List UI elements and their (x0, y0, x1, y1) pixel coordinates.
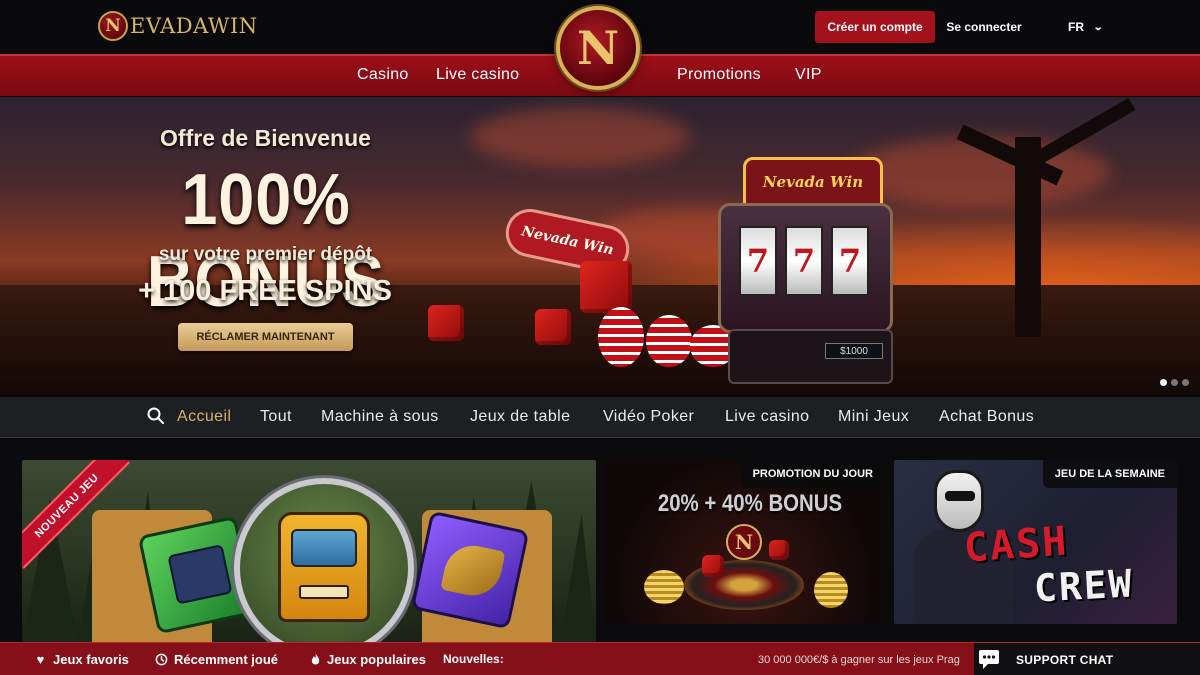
bus-icon (278, 512, 370, 622)
fire-icon (311, 653, 320, 665)
popular-games-link[interactable]: Jeux populaires (310, 652, 426, 667)
slot-base: $1000 (728, 329, 893, 384)
cloud (470, 107, 690, 167)
recently-played-link[interactable]: Récemment joué (155, 652, 278, 667)
slot-reel: 7 (785, 226, 823, 296)
claim-now-button[interactable]: RÉCLAMER MAINTENANT (178, 323, 353, 351)
recently-played-label: Récemment joué (174, 652, 279, 667)
offer-subtitle: sur votre premier dépôt (158, 244, 373, 265)
logo-badge: N (98, 11, 128, 41)
search-icon[interactable] (146, 406, 166, 426)
favorites-link[interactable]: ♥ Jeux favoris (34, 652, 129, 667)
dice-icon (580, 261, 632, 313)
nav-promotions[interactable]: Promotions (677, 66, 761, 84)
nav-live-casino[interactable]: Live casino (436, 66, 519, 84)
slot-reel: 7 (831, 226, 869, 296)
promo-headline: 20% + 40% BONUS (657, 490, 843, 517)
chevron-down-icon: ⌄ (1092, 21, 1104, 33)
game-title-cash: CASH (962, 518, 1070, 572)
slot-marquee: Nevada Win (743, 157, 883, 207)
coin-stack (644, 570, 684, 604)
center-emblem-logo[interactable]: N (556, 6, 640, 90)
promo-of-day-tag: PROMOTION DU JOUR (740, 460, 885, 488)
carousel-dot[interactable] (1171, 379, 1178, 386)
carousel-dot[interactable] (1160, 379, 1167, 386)
news-label: Nouvelles: (443, 652, 504, 666)
logo-wordmark: EVADAWIN (130, 14, 258, 38)
language-selector[interactable]: FR ⌄ (1060, 11, 1110, 43)
bottom-bar: ♥ Jeux favoris Récemment joué Jeux popul… (0, 642, 1200, 675)
new-game-card[interactable]: NOUVEAU JEU (22, 460, 596, 642)
popular-games-label: Jeux populaires (327, 652, 426, 667)
carousel-dots (1160, 379, 1189, 386)
heart-icon: ♥ (36, 652, 45, 667)
game-of-week-card[interactable]: CASH CREW JEU DE LA SEMAINE (894, 460, 1177, 624)
saxophone-symbol-tile (410, 510, 530, 630)
game-title-crew: CREW (1032, 561, 1135, 611)
category-bar: Accueil Tout Machine à sous Jeux de tabl… (0, 397, 1200, 438)
carousel-dot[interactable] (1182, 379, 1189, 386)
favorites-label: Jeux favoris (53, 652, 129, 667)
clock-icon (155, 653, 168, 666)
register-button[interactable]: Créer un compte (815, 11, 935, 43)
slot-machine: Nevada Win 7 7 7 $1000 (718, 157, 908, 387)
language-code: FR (1068, 20, 1084, 34)
slot-brand: Nevada Win (762, 173, 864, 191)
category-mini-jeux[interactable]: Mini Jeux (838, 408, 909, 426)
hero-banner[interactable]: Nevada Win Nevada Win 7 7 7 $1000 Offre … (0, 97, 1200, 395)
category-machine-a-sous[interactable]: Machine à sous (321, 408, 439, 426)
accordion-icon (167, 544, 233, 605)
bus-medallion (234, 478, 414, 642)
category-video-poker[interactable]: Vidéo Poker (603, 408, 694, 426)
chip-stack (598, 307, 644, 367)
offer-free-spins: + 100 FREE SPINS (138, 275, 392, 307)
category-achat-bonus[interactable]: Achat Bonus (939, 408, 1034, 426)
dice-icon (535, 309, 571, 345)
promotion-card[interactable]: 20% + 40% BONUS N PROMOTION DU JOUR (604, 460, 885, 624)
bus-grill (299, 585, 349, 599)
game-of-week-tag: JEU DE LA SEMAINE (1042, 460, 1177, 488)
saxophone-icon (440, 540, 506, 601)
offer-title: Offre de Bienvenue (160, 125, 371, 151)
coin-stack (814, 572, 848, 608)
nav-casino[interactable]: Casino (357, 66, 409, 84)
nav-vip[interactable]: VIP (795, 66, 822, 84)
character-mask (934, 470, 984, 532)
slot-reel: 7 (739, 226, 777, 296)
slot-body: 7 7 7 (718, 203, 893, 333)
support-chat-button[interactable]: SUPPORT CHAT (974, 643, 1200, 675)
category-accueil[interactable]: Accueil (177, 408, 231, 426)
category-tout[interactable]: Tout (260, 408, 292, 426)
news-ticker[interactable]: 30 000 000€/$ à gagner sur les jeux Prag (758, 654, 974, 666)
category-live-casino[interactable]: Live casino (725, 408, 809, 426)
category-jeux-de-table[interactable]: Jeux de table (470, 408, 570, 426)
slot-amount: $1000 (825, 343, 883, 359)
chat-icon (974, 643, 1008, 675)
support-chat-label: SUPPORT CHAT (1016, 652, 1114, 667)
dice-icon (769, 540, 789, 560)
dice-icon (702, 555, 724, 577)
promo-emblem-logo: N (726, 524, 762, 560)
bus-window (291, 529, 357, 567)
site-logo[interactable]: N EVADAWIN (98, 10, 258, 42)
chip-stack (646, 315, 692, 367)
emblem-letter: N (576, 21, 620, 75)
login-button[interactable]: Se connecter (940, 11, 1028, 43)
